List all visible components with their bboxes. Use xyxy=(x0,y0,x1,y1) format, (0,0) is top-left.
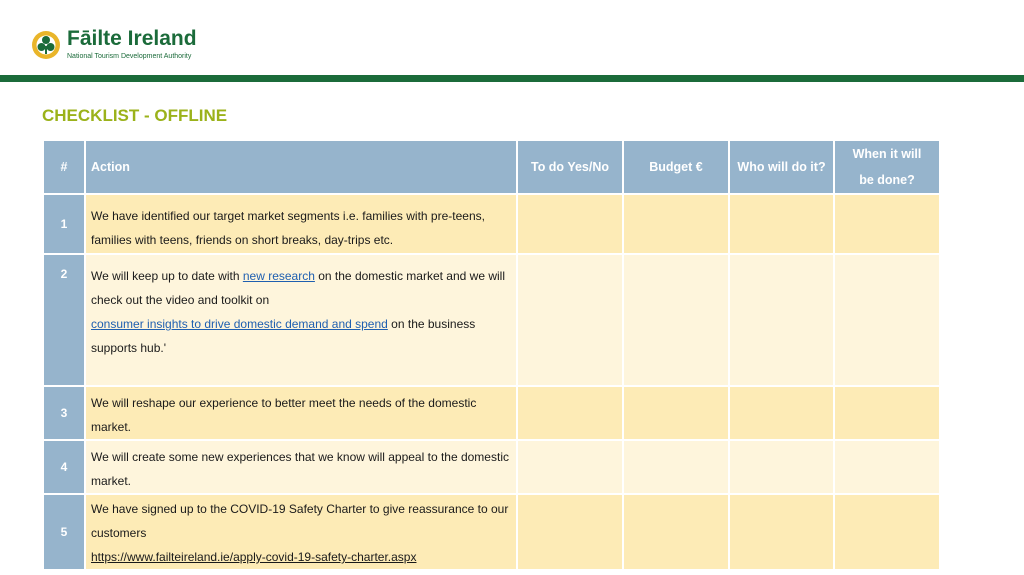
who-cell[interactable] xyxy=(728,253,835,387)
consumer-insights-link[interactable]: consumer insights to drive domestic dema… xyxy=(91,317,388,331)
page-title: CHECKLIST - OFFLINE xyxy=(42,106,228,125)
header-when: When it will be done? xyxy=(833,139,941,195)
budget-cell[interactable] xyxy=(622,253,730,387)
row-action-text: We will create some new experiences that… xyxy=(84,439,518,495)
when-cell[interactable] xyxy=(833,385,941,441)
todo-cell[interactable] xyxy=(516,439,624,495)
todo-cell[interactable] xyxy=(516,193,624,255)
row-number: 2 xyxy=(42,253,86,387)
budget-cell[interactable] xyxy=(622,439,730,495)
action-text-part: We have signed up to the COVID-19 Safety… xyxy=(91,502,509,540)
budget-cell[interactable] xyxy=(622,385,730,441)
table-row: 3 We will reshape our experience to bett… xyxy=(42,385,941,441)
table-header-row: # Action To do Yes/No Budget € Who will … xyxy=(42,139,941,195)
row-number: 3 xyxy=(42,385,86,441)
safety-charter-link[interactable]: https://www.failteireland.ie/apply-covid… xyxy=(91,550,416,564)
row-action-text: We have identified our target market seg… xyxy=(84,193,518,255)
header-who: Who will do it? xyxy=(728,139,835,195)
who-cell[interactable] xyxy=(728,193,835,255)
row-number: 1 xyxy=(42,193,86,255)
new-research-link[interactable]: new research xyxy=(243,269,315,283)
table-row: 1 We have identified our target market s… xyxy=(42,193,941,255)
who-cell[interactable] xyxy=(728,493,835,571)
table-row: 5 We have signed up to the COVID-19 Safe… xyxy=(42,493,941,571)
todo-cell[interactable] xyxy=(516,253,624,387)
brand-tagline: National Tourism Development Authority xyxy=(67,53,192,60)
when-cell[interactable] xyxy=(833,493,941,571)
header-number: # xyxy=(42,139,86,195)
header-budget: Budget € xyxy=(622,139,730,195)
row-action-text: We have signed up to the COVID-19 Safety… xyxy=(84,493,518,571)
header: Fāilte Ireland National Tourism Developm… xyxy=(0,0,1024,76)
who-cell[interactable] xyxy=(728,439,835,495)
table-row: 2 We will keep up to date with new resea… xyxy=(42,253,941,387)
row-number: 5 xyxy=(42,493,86,571)
who-cell[interactable] xyxy=(728,385,835,441)
when-cell[interactable] xyxy=(833,439,941,495)
todo-cell[interactable] xyxy=(516,493,624,571)
budget-cell[interactable] xyxy=(622,193,730,255)
budget-cell[interactable] xyxy=(622,493,730,571)
when-cell[interactable] xyxy=(833,253,941,387)
header-todo: To do Yes/No xyxy=(516,139,624,195)
brand-name: Fāilte Ireland xyxy=(67,27,197,50)
header-divider xyxy=(0,75,1024,82)
table-row: 4 We will create some new experiences th… xyxy=(42,439,941,495)
row-number: 4 xyxy=(42,439,86,495)
header-action: Action xyxy=(84,139,518,195)
row-action-text: We will keep up to date with new researc… xyxy=(84,253,518,387)
when-cell[interactable] xyxy=(833,193,941,255)
failte-ireland-logo-icon xyxy=(32,31,60,59)
action-text-part: We will keep up to date with xyxy=(91,269,243,283)
checklist-table: # Action To do Yes/No Budget € Who will … xyxy=(42,139,941,571)
todo-cell[interactable] xyxy=(516,385,624,441)
row-action-text: We will reshape our experience to better… xyxy=(84,385,518,441)
